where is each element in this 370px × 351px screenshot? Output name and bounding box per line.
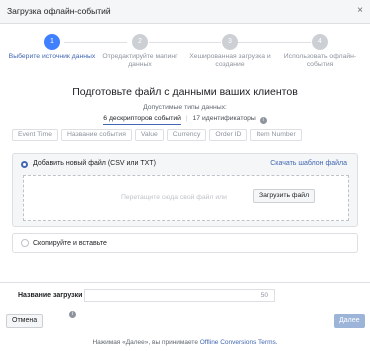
step-1-label: Выберите источник данных [8, 53, 96, 60]
upload-file-label[interactable]: Добавить новый файл (CSV или TXT) [33, 160, 156, 167]
dialog-title: Загрузка офлайн-событий [7, 6, 111, 16]
step-3-label: Хешированная загрузка и создание [189, 53, 271, 68]
cancel-button[interactable]: Отмена [6, 314, 44, 328]
upload-name-input[interactable]: 50 [84, 289, 275, 302]
step-4-label: Использовать офлайн-события [283, 53, 357, 68]
terms-link[interactable]: Offline Conversions Terms. [200, 339, 278, 346]
descriptor-chip: Item Number [250, 129, 302, 141]
step-2: 2 Отредактируйте мапинг данных [95, 33, 185, 69]
download-template-link[interactable]: Скачать шаблон файла [270, 160, 347, 167]
terms-notice: Нажимая «Далее», вы принимаете Offline C… [0, 339, 370, 346]
descriptor-chip: Event Time [12, 129, 58, 141]
offline-events-upload-dialog: Загрузка офлайн-событий × 1 Выберите ист… [0, 0, 370, 351]
upload-name-label: Название загрузки [18, 292, 83, 299]
tab-separator: | [185, 115, 188, 122]
descriptor-chip: Название события [61, 129, 132, 141]
copy-paste-radio[interactable] [21, 239, 29, 247]
copy-paste-option[interactable]: Скопируйте и вставьте [12, 233, 358, 253]
info-icon[interactable]: i [259, 117, 267, 124]
file-dropzone[interactable]: Перетащите сюда свой файл или Загрузить … [23, 175, 349, 221]
upload-file-button[interactable]: Загрузить файл [253, 189, 316, 203]
upload-file-radio[interactable] [21, 161, 28, 168]
page-title: Подготовьте файл с данными ваших клиенто… [72, 86, 298, 98]
upload-file-option: Добавить новый файл (CSV или TXT) Скачат… [12, 153, 358, 227]
next-button[interactable]: Далее [334, 314, 365, 328]
step-3: 3 Хешированная загрузка и создание [185, 33, 275, 69]
allowed-types-label: Допустимые типы данных: [143, 104, 227, 111]
step-1: 1 Выберите источник данных [7, 33, 97, 61]
dropzone-text: Перетащите сюда свой файл или [121, 194, 227, 201]
info-icon[interactable]: i [69, 311, 76, 318]
char-limit-counter: 50 [260, 292, 268, 299]
descriptor-chip: Currency [166, 129, 207, 141]
terms-prefix: Нажимая «Далее», вы принимаете [92, 339, 198, 346]
progress-steps: 1 Выберите источник данных 2 Отредактиру… [0, 33, 370, 73]
descriptor-chips: Event Time Название события Value Curren… [12, 129, 302, 141]
tab-descriptors[interactable]: 6 дескрипторов событий [103, 115, 181, 125]
step-4-number: 4 [312, 34, 328, 50]
step-3-number: 3 [222, 34, 238, 50]
descriptor-chip: Order ID [209, 129, 248, 141]
step-2-number: 2 [132, 34, 148, 50]
tab-identifiers[interactable]: 17 идентификаторы [193, 115, 256, 122]
close-icon[interactable]: × [357, 4, 363, 18]
step-2-label: Отредактируйте мапинг данных [102, 53, 178, 68]
descriptor-chip: Value [134, 129, 164, 141]
step-4: 4 Использовать офлайн-события [275, 33, 365, 69]
footer-divider [0, 282, 370, 283]
copy-paste-label[interactable]: Скопируйте и вставьте [33, 240, 107, 247]
data-type-tabs: 6 дескрипторов событий | 17 идентификато… [0, 115, 370, 125]
step-1-number: 1 [44, 34, 60, 50]
dialog-header: Загрузка офлайн-событий × [0, 0, 370, 24]
